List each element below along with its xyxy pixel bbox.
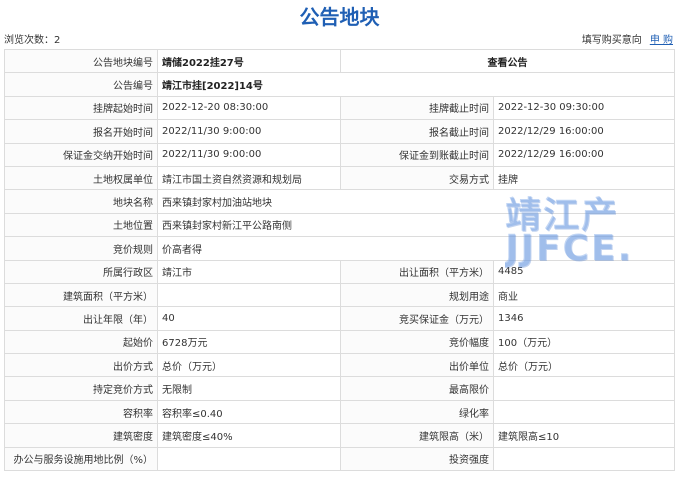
invest-label: 投资强度 <box>340 446 494 472</box>
parcel-no-label: 公告地块编号 <box>4 48 158 74</box>
invest-value <box>493 446 675 472</box>
fill-intent-label: 填写购买意向 <box>581 35 642 46</box>
table-row: 起始价 6728万元 竞价幅度 100（万元） <box>4 329 675 355</box>
view-notice-link[interactable]: 查看公告 <box>340 48 675 74</box>
notice-no-value: 靖江市挂[2022]14号 <box>157 72 675 97</box>
table-row: 办公与服务设施用地比例（%） 投资强度 <box>4 446 675 472</box>
increment-label: 竞价幅度 <box>340 329 494 355</box>
signup-start-value: 2022/11/30 9:00:00 <box>157 119 341 144</box>
price-mode-label: 出价方式 <box>4 353 158 378</box>
table-row: 保证金交纳开始时间 2022/11/30 9:00:00 保证金到账截止时间 2… <box>4 142 675 167</box>
deposit-end-value: 2022/12/29 16:00:00 <box>493 142 675 167</box>
table-row: 公告地块编号 靖储2022挂27号 查看公告 <box>4 48 675 74</box>
view-count: 浏览次数：2 <box>4 35 61 46</box>
parcel-name-label: 地块名称 <box>4 189 158 214</box>
bid-rule-value: 价高者得 <box>157 236 675 261</box>
bid-deposit-label: 竞买保证金（万元） <box>340 306 494 331</box>
table-row: 土地位置 西来镇封家村新江平公路南侧 <box>4 212 675 238</box>
page-title: 公告地块 <box>299 5 380 29</box>
table-row: 公告编号 靖江市挂[2022]14号 <box>4 72 675 97</box>
table-row: 持定竞价方式 无限制 最高限价 <box>4 376 675 401</box>
location-label: 土地位置 <box>4 212 158 238</box>
use-label: 规划用途 <box>340 282 494 308</box>
table-row: 报名开始时间 2022/11/30 9:00:00 报名截止时间 2022/12… <box>4 119 675 144</box>
trade-mode-value: 挂牌 <box>493 165 675 191</box>
price-mode-value: 总价（万元） <box>157 353 341 378</box>
listing-start-label: 挂牌起始时间 <box>4 95 158 121</box>
bid-deposit-value: 1346 <box>493 306 675 331</box>
location-value: 西来镇封家村新江平公路南侧 <box>157 212 675 238</box>
table-row: 土地权属单位 靖江市国土资自然资源和规划局 交易方式 挂牌 <box>4 165 675 191</box>
start-price-value: 6728万元 <box>157 329 341 355</box>
build-area-value <box>157 282 341 308</box>
density-label: 建筑密度 <box>4 423 158 448</box>
district-value: 靖江市 <box>157 259 341 284</box>
table-row: 建筑密度 建筑密度≤40% 建筑限高（米） 建筑限高≤10 <box>4 423 675 448</box>
price-unit-value: 总价（万元） <box>493 353 675 378</box>
density-value: 建筑密度≤40% <box>157 423 341 448</box>
office-ratio-label: 办公与服务设施用地比例（%） <box>4 446 158 472</box>
deposit-start-value: 2022/11/30 9:00:00 <box>157 142 341 167</box>
table-row: 地块名称 西来镇封家村加油站地块 <box>4 189 675 214</box>
transfer-area-label: 出让面积（平方米） <box>340 259 494 284</box>
increment-value: 100（万元） <box>493 329 675 355</box>
green-label: 绿化率 <box>340 399 494 425</box>
listing-start-value: 2022-12-20 08:30:00 <box>157 95 341 121</box>
start-price-label: 起始价 <box>4 329 158 355</box>
height-label: 建筑限高（米） <box>340 423 494 448</box>
info-bar: 浏览次数：2 填写购买意向申 购 <box>0 34 679 48</box>
max-price-value <box>493 376 675 401</box>
deposit-end-label: 保证金到账截止时间 <box>340 142 494 167</box>
table-row: 所属行政区 靖江市 出让面积（平方米） 4485 <box>4 259 675 284</box>
years-label: 出让年限（年） <box>4 306 158 331</box>
far-label: 容积率 <box>4 399 158 425</box>
signup-start-label: 报名开始时间 <box>4 119 158 144</box>
table-row: 容积率 容积率≤0.40 绿化率 <box>4 399 675 425</box>
bid-rule-label: 竞价规则 <box>4 236 158 261</box>
listing-end-label: 挂牌截止时间 <box>340 95 494 121</box>
listing-end-value: 2022-12-30 09:30:00 <box>493 95 675 121</box>
office-ratio-value <box>157 446 341 472</box>
district-label: 所属行政区 <box>4 259 158 284</box>
parcel-name-value: 西来镇封家村加油站地块 <box>157 189 675 214</box>
use-value: 商业 <box>493 282 675 308</box>
trade-mode-label: 交易方式 <box>340 165 494 191</box>
table-row: 出价方式 总价（万元） 出价单位 总价（万元） <box>4 353 675 378</box>
build-area-label: 建筑面积（平方米） <box>4 282 158 308</box>
years-value: 40 <box>157 306 341 331</box>
apply-link[interactable]: 申 购 <box>650 35 673 46</box>
max-price-label: 最高限价 <box>340 376 494 401</box>
green-value <box>493 399 675 425</box>
parcel-no-value: 靖储2022挂27号 <box>157 48 341 74</box>
transfer-area-value: 4485 <box>493 259 675 284</box>
price-unit-label: 出价单位 <box>340 353 494 378</box>
table-row: 建筑面积（平方米） 规划用途 商业 <box>4 282 675 308</box>
table-row: 竞价规则 价高者得 <box>4 236 675 261</box>
table-row: 出让年限（年） 40 竞买保证金（万元） 1346 <box>4 306 675 331</box>
notice-no-label: 公告编号 <box>4 72 158 97</box>
signup-end-value: 2022/12/29 16:00:00 <box>493 119 675 144</box>
owner-label: 土地权属单位 <box>4 165 158 191</box>
table-row: 挂牌起始时间 2022-12-20 08:30:00 挂牌截止时间 2022-1… <box>4 95 675 121</box>
special-bid-value: 无限制 <box>157 376 341 401</box>
purchase-intent-area: 填写购买意向申 购 <box>582 34 673 48</box>
height-value: 建筑限高≤10 <box>493 423 675 448</box>
parcel-info-table: 公告地块编号 靖储2022挂27号 查看公告 公告编号 靖江市挂[2022]14… <box>4 48 675 472</box>
deposit-start-label: 保证金交纳开始时间 <box>4 142 158 167</box>
owner-value: 靖江市国土资自然资源和规划局 <box>157 165 341 191</box>
signup-end-label: 报名截止时间 <box>340 119 494 144</box>
special-bid-label: 持定竞价方式 <box>4 376 158 401</box>
far-value: 容积率≤0.40 <box>157 399 341 425</box>
